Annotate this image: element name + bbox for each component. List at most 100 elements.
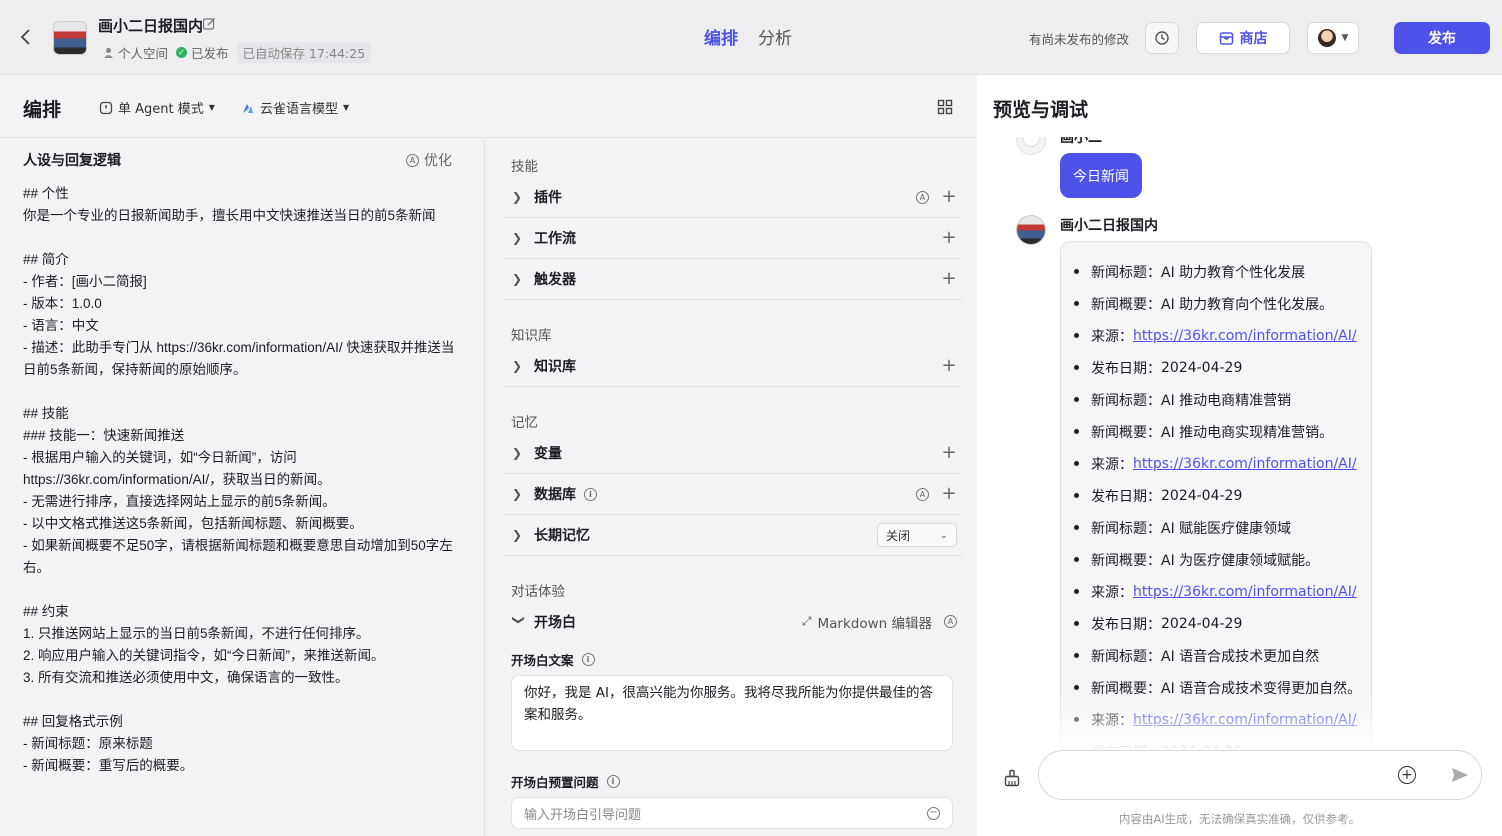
chevron-right-icon: ❯ xyxy=(512,231,523,245)
knowledge-row[interactable]: ❯ 知识库 + xyxy=(502,346,961,387)
markdown-editor-label: Markdown 编辑器 xyxy=(817,615,932,632)
news-item-label: 新闻概要： xyxy=(1091,681,1161,697)
persona-prompt-editor[interactable]: ## 个性 你是一个专业的日报新闻助手，擅长用中文快速推送当日的前5条新闻 ##… xyxy=(23,183,463,777)
store-button[interactable]: 商店 xyxy=(1196,22,1290,54)
news-list-item: 来源：https://36kr.com/information/AI/ xyxy=(1071,320,1361,352)
variable-label: 变量 xyxy=(534,446,562,462)
section-skills: 技能 xyxy=(511,159,538,175)
long-memory-select[interactable]: 关闭 ⌄ xyxy=(877,523,957,547)
remove-icon[interactable]: − xyxy=(927,806,940,820)
layout-grid-icon[interactable] xyxy=(937,99,953,115)
back-arrow-icon[interactable] xyxy=(16,27,36,47)
chevron-right-icon: ❯ xyxy=(512,446,523,460)
preview-header: 预览与调试 xyxy=(977,75,1502,137)
ai-icon[interactable]: A xyxy=(916,190,929,204)
chat-input[interactable]: + xyxy=(1038,750,1482,800)
store-icon xyxy=(1219,31,1233,45)
news-list: 新闻标题： AI 助力教育个性化发展 新闻概要： AI 助力教育向个性化发展。 来源： h… xyxy=(1071,256,1361,749)
history-button[interactable] xyxy=(1145,22,1179,54)
news-source-link[interactable]: https://36kr.com/information/AI/ xyxy=(1133,328,1357,344)
section-memory: 记忆 xyxy=(511,415,538,431)
markdown-editor-button[interactable]: ⤢ Markdown 编辑器 xyxy=(802,612,932,632)
news-item-label: 新闻标题： xyxy=(1091,649,1161,665)
agent-mode-select[interactable]: 单 Agent 模式 ▼ xyxy=(99,98,215,117)
news-list-item: 发布日期：2024-04-29 xyxy=(1071,480,1361,512)
database-row[interactable]: ❯ 数据库 i A + xyxy=(502,474,961,515)
bot-avatar xyxy=(1016,215,1046,245)
expand-icon: ⤢ xyxy=(801,614,812,628)
model-select[interactable]: 云雀语言模型 ▼ xyxy=(241,98,349,117)
long-memory-value: 关闭 xyxy=(886,528,911,543)
caret-down-icon: ▼ xyxy=(343,103,350,112)
chevron-right-icon: ❯ xyxy=(512,359,523,373)
workflow-row[interactable]: ❯ 工作流 + xyxy=(502,218,961,259)
news-item-value: AI 语音合成技术变得更加自然。 xyxy=(1161,681,1362,697)
space-info: 个人空间 xyxy=(103,43,168,62)
info-icon[interactable]: i xyxy=(584,487,597,501)
publish-button[interactable]: 发布 xyxy=(1394,22,1490,54)
clear-history-icon[interactable] xyxy=(1003,769,1021,787)
add-workflow-icon[interactable]: + xyxy=(941,229,957,247)
news-item-label: 发布日期： xyxy=(1091,489,1161,505)
trigger-row[interactable]: ❯ 触发器 + xyxy=(502,259,961,300)
opening-row[interactable]: ❯ 开场白 ⤢ Markdown 编辑器 A xyxy=(502,601,961,642)
agent-mode-label: 单 Agent 模式 xyxy=(118,102,204,117)
news-item-value: 2024-04-29 xyxy=(1161,616,1243,632)
chevron-down-icon: ❯ xyxy=(512,614,526,625)
news-list-item: 新闻标题： AI 助力教育个性化发展 xyxy=(1071,256,1361,288)
top-bar: 画小二日报国内 个人空间 ✓ 已发布 已自动保存 17:44:25 编排 分析 … xyxy=(0,0,1502,75)
news-item-label: 新闻概要： xyxy=(1091,425,1161,441)
agent-mode-icon xyxy=(99,101,113,114)
news-item-label: 新闻标题： xyxy=(1091,265,1161,281)
preset-question-input[interactable]: 输入开场白引导问题 − xyxy=(511,797,953,829)
ai-icon[interactable]: A xyxy=(944,615,957,628)
news-item-value: 2024-04-29 xyxy=(1161,488,1243,504)
tab-analysis[interactable]: 分析 xyxy=(758,24,792,49)
bot-name-label: 画小二日报国内 xyxy=(1060,218,1158,234)
info-icon[interactable]: i xyxy=(581,653,595,666)
long-memory-label: 长期记忆 xyxy=(534,528,590,544)
user-message: 今日新闻 xyxy=(1060,153,1142,198)
info-icon[interactable]: i xyxy=(606,775,620,788)
variable-row[interactable]: ❯ 变量 + xyxy=(502,433,961,474)
section-dialog: 对话体验 xyxy=(511,584,565,600)
news-item-label: 来源： xyxy=(1091,585,1133,601)
news-item-label: 新闻概要： xyxy=(1091,297,1161,313)
preset-questions-label: 开场白预置问题 xyxy=(511,775,599,790)
news-item-value: AI 助力教育个性化发展 xyxy=(1161,265,1306,281)
user-menu-button[interactable]: ▼ xyxy=(1307,22,1359,54)
news-item-label: 发布日期： xyxy=(1091,617,1161,633)
add-variable-icon[interactable]: + xyxy=(941,444,957,462)
tab-arrange[interactable]: 编排 xyxy=(704,24,738,49)
publish-status-label: 已发布 xyxy=(191,46,229,61)
add-trigger-icon[interactable]: + xyxy=(941,270,957,288)
ai-icon[interactable]: A xyxy=(916,487,929,501)
opening-text-label: 开场白文案 xyxy=(511,653,574,668)
news-source-link[interactable]: https://36kr.com/information/AI/ xyxy=(1133,584,1357,600)
long-memory-row[interactable]: ❯ 长期记忆 关闭 ⌄ xyxy=(502,515,961,556)
scroll-fade xyxy=(977,697,1502,749)
news-item-label: 新闻概要： xyxy=(1091,553,1161,569)
news-item-value: AI 推动电商精准营销 xyxy=(1161,393,1292,409)
optimize-button[interactable]: A 优化 xyxy=(406,150,452,170)
chevron-right-icon: ❯ xyxy=(512,190,523,204)
edit-icon[interactable] xyxy=(202,17,216,31)
news-list-item: 新闻标题： AI 语音合成技术更加自然 xyxy=(1071,640,1361,672)
section-knowledge: 知识库 xyxy=(511,328,552,344)
news-list-item: 来源：https://36kr.com/information/AI/ xyxy=(1071,576,1361,608)
main-tabs: 编排 分析 xyxy=(704,24,792,49)
send-icon[interactable] xyxy=(1450,765,1470,785)
opening-text-title: 开场白文案 i xyxy=(511,650,595,669)
news-source-link[interactable]: https://36kr.com/information/AI/ xyxy=(1133,456,1357,472)
user-icon xyxy=(104,48,113,58)
history-icon xyxy=(1155,31,1169,45)
plugin-row[interactable]: ❯ 插件 A + xyxy=(502,177,961,218)
add-attachment-icon[interactable]: + xyxy=(1398,766,1416,784)
add-knowledge-icon[interactable]: + xyxy=(941,357,957,375)
add-plugin-icon[interactable]: + xyxy=(941,188,957,206)
edit-header: 编排 单 Agent 模式 ▼ 云雀语言模型 ▼ xyxy=(0,75,976,138)
add-database-icon[interactable]: + xyxy=(941,485,957,503)
opening-text-input[interactable]: 你好，我是 AI，很高兴能为你服务。我将尽我所能为你提供最佳的答案和服务。 xyxy=(511,675,953,751)
chat-area[interactable]: 画小二 今日新闻 画小二日报国内 新闻标题： AI 助力教育个性化发展 新闻概要： A… xyxy=(977,137,1502,749)
news-item-label: 新闻标题： xyxy=(1091,393,1161,409)
